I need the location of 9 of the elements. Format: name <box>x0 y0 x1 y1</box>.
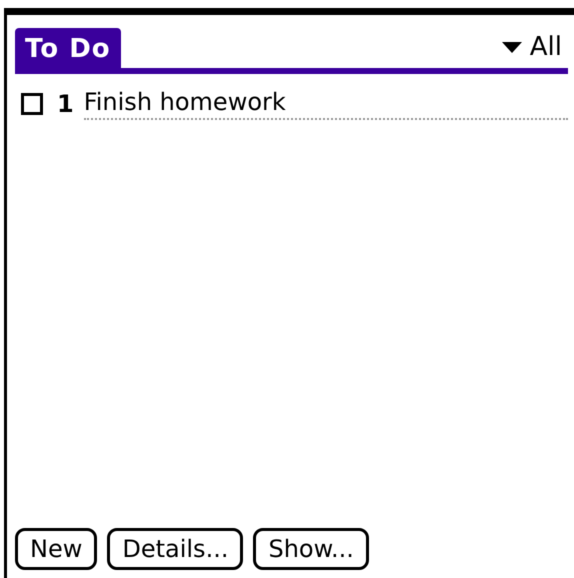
dropdown-triangle-icon <box>502 42 522 52</box>
checkbox[interactable] <box>21 93 43 115</box>
app-title: To Do <box>15 28 121 68</box>
category-dropdown[interactable]: All <box>502 32 568 68</box>
action-button[interactable]: Details... <box>107 528 244 570</box>
action-button[interactable]: New <box>15 528 98 570</box>
priority-number: 1 <box>57 90 74 118</box>
task-text[interactable]: Finish homework <box>84 88 568 120</box>
action-button[interactable]: Show... <box>253 528 369 570</box>
